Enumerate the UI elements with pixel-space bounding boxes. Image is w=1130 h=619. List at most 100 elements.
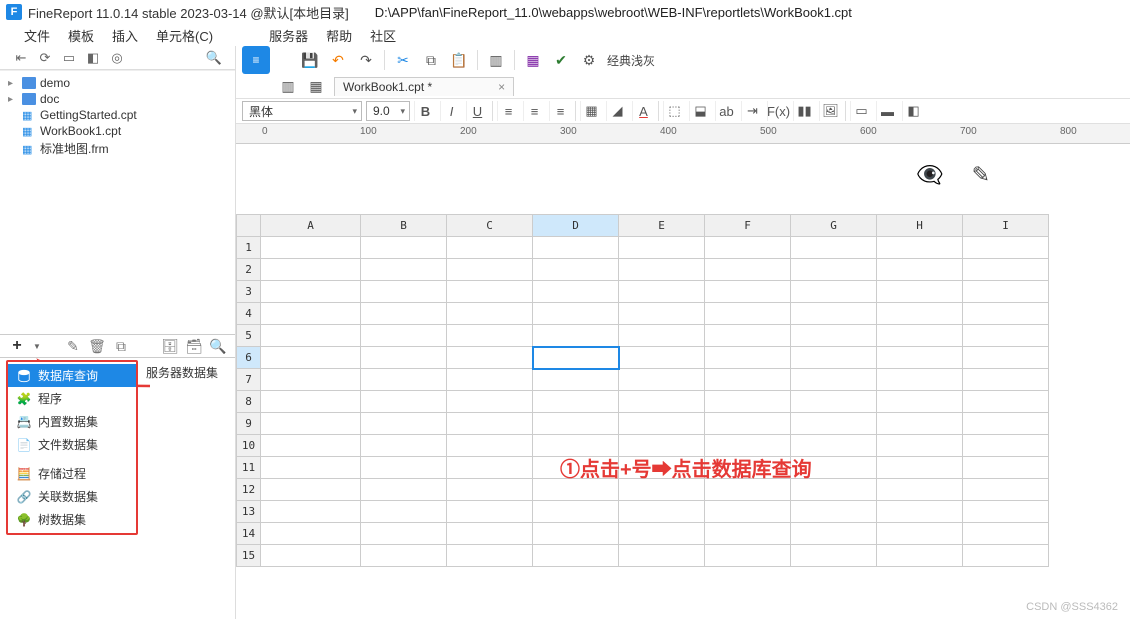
- cell[interactable]: [261, 281, 361, 303]
- cell[interactable]: [261, 413, 361, 435]
- menu-db-query[interactable]: 数据库查询: [8, 364, 136, 387]
- cell[interactable]: [963, 391, 1049, 413]
- indent-icon[interactable]: ⇥: [741, 101, 763, 121]
- cell[interactable]: [877, 281, 963, 303]
- cell[interactable]: [447, 457, 533, 479]
- row-header[interactable]: 6: [237, 347, 261, 369]
- cell[interactable]: [877, 303, 963, 325]
- cell[interactable]: [447, 369, 533, 391]
- cell[interactable]: [705, 303, 791, 325]
- cell[interactable]: [361, 259, 447, 281]
- row-header[interactable]: 3: [237, 281, 261, 303]
- tree-folder[interactable]: ▸demo: [0, 75, 235, 91]
- search2-icon[interactable]: 🔍: [209, 337, 227, 355]
- cell[interactable]: [619, 237, 705, 259]
- cell[interactable]: [261, 501, 361, 523]
- db2-icon[interactable]: 🗃: [185, 337, 203, 355]
- col-header[interactable]: H: [877, 215, 963, 237]
- col-header[interactable]: I: [963, 215, 1049, 237]
- pencil-icon[interactable]: ✎: [972, 162, 990, 188]
- save-icon[interactable]: 💾: [300, 50, 320, 70]
- cell[interactable]: [619, 501, 705, 523]
- menu-program[interactable]: 🧩程序: [8, 387, 136, 410]
- canvas-area[interactable]: 👁‍🗨 ✎: [236, 144, 1130, 214]
- cell[interactable]: [963, 237, 1049, 259]
- add-dropdown-icon[interactable]: ▼: [28, 337, 46, 355]
- cell[interactable]: [447, 259, 533, 281]
- cell[interactable]: [619, 391, 705, 413]
- formula-icon[interactable]: F(x): [767, 101, 789, 121]
- cut-icon[interactable]: ✂: [393, 50, 413, 70]
- cell[interactable]: [533, 391, 619, 413]
- cell[interactable]: [361, 347, 447, 369]
- wrap-icon[interactable]: ab: [715, 101, 737, 121]
- cell[interactable]: [963, 523, 1049, 545]
- cell[interactable]: [361, 457, 447, 479]
- cell[interactable]: [261, 237, 361, 259]
- cell[interactable]: [261, 545, 361, 567]
- row-header[interactable]: 13: [237, 501, 261, 523]
- cell[interactable]: [791, 347, 877, 369]
- unmerge-icon[interactable]: ⬓: [689, 101, 711, 121]
- widget2-icon[interactable]: ▬: [876, 101, 898, 121]
- tree-file[interactable]: ▦WorkBook1.cpt: [0, 123, 235, 139]
- report-icon[interactable]: ▦: [523, 50, 543, 70]
- cell[interactable]: [447, 347, 533, 369]
- undo-icon[interactable]: ↶: [328, 50, 348, 70]
- tree-file[interactable]: ▦GettingStarted.cpt: [0, 107, 235, 123]
- cell[interactable]: [705, 523, 791, 545]
- cell[interactable]: [963, 281, 1049, 303]
- cell[interactable]: [877, 457, 963, 479]
- search-icon[interactable]: 🔍: [205, 49, 223, 67]
- cell[interactable]: [447, 413, 533, 435]
- font-size-select[interactable]: 9.0: [366, 101, 410, 121]
- spreadsheet-grid[interactable]: A B C D E F G H I 123456789101112131415: [236, 214, 1130, 619]
- font-color-icon[interactable]: A: [632, 101, 654, 121]
- cell[interactable]: [791, 523, 877, 545]
- cell[interactable]: [877, 413, 963, 435]
- cell[interactable]: [791, 479, 877, 501]
- cell[interactable]: [533, 347, 619, 369]
- menu-builtin[interactable]: 📇内置数据集: [8, 410, 136, 433]
- tree-folder[interactable]: ▸doc: [0, 91, 235, 107]
- col-header[interactable]: C: [447, 215, 533, 237]
- tab-workbook[interactable]: WorkBook1.cpt * ×: [334, 77, 514, 96]
- col-header[interactable]: G: [791, 215, 877, 237]
- cell[interactable]: [361, 281, 447, 303]
- align-center-icon[interactable]: ≡: [523, 101, 545, 121]
- cell[interactable]: [877, 545, 963, 567]
- italic-icon[interactable]: I: [440, 101, 462, 121]
- col-header[interactable]: D: [533, 215, 619, 237]
- cell[interactable]: [705, 435, 791, 457]
- menu-tree-ds[interactable]: 🌳树数据集: [8, 508, 136, 531]
- theme-label[interactable]: 经典浅灰: [607, 52, 655, 69]
- menu-file-ds[interactable]: 📄文件数据集: [8, 433, 136, 456]
- cell[interactable]: [963, 369, 1049, 391]
- cell[interactable]: [705, 457, 791, 479]
- copy2-icon[interactable]: ⧉: [421, 50, 441, 70]
- row-header[interactable]: 15: [237, 545, 261, 567]
- row-header[interactable]: 2: [237, 259, 261, 281]
- col-header[interactable]: A: [261, 215, 361, 237]
- cell[interactable]: [361, 413, 447, 435]
- cell[interactable]: [705, 413, 791, 435]
- cell[interactable]: [705, 259, 791, 281]
- locate-icon[interactable]: ◎: [108, 49, 126, 67]
- db-icon[interactable]: 🗄: [161, 337, 179, 355]
- cell[interactable]: [705, 501, 791, 523]
- cell[interactable]: [447, 237, 533, 259]
- home-button[interactable]: ≡: [242, 46, 270, 74]
- delete-icon[interactable]: 🗑: [88, 337, 106, 355]
- cell[interactable]: [791, 325, 877, 347]
- merge-icon[interactable]: ⬚: [663, 101, 685, 121]
- cell[interactable]: [533, 545, 619, 567]
- cell[interactable]: [619, 457, 705, 479]
- align-right-icon[interactable]: ≡: [549, 101, 571, 121]
- cell[interactable]: [705, 281, 791, 303]
- cell[interactable]: [533, 413, 619, 435]
- menu-community[interactable]: 社区: [370, 26, 396, 45]
- cell[interactable]: [705, 237, 791, 259]
- cell[interactable]: [533, 281, 619, 303]
- menu-insert[interactable]: 插入: [112, 26, 138, 45]
- row-header[interactable]: 9: [237, 413, 261, 435]
